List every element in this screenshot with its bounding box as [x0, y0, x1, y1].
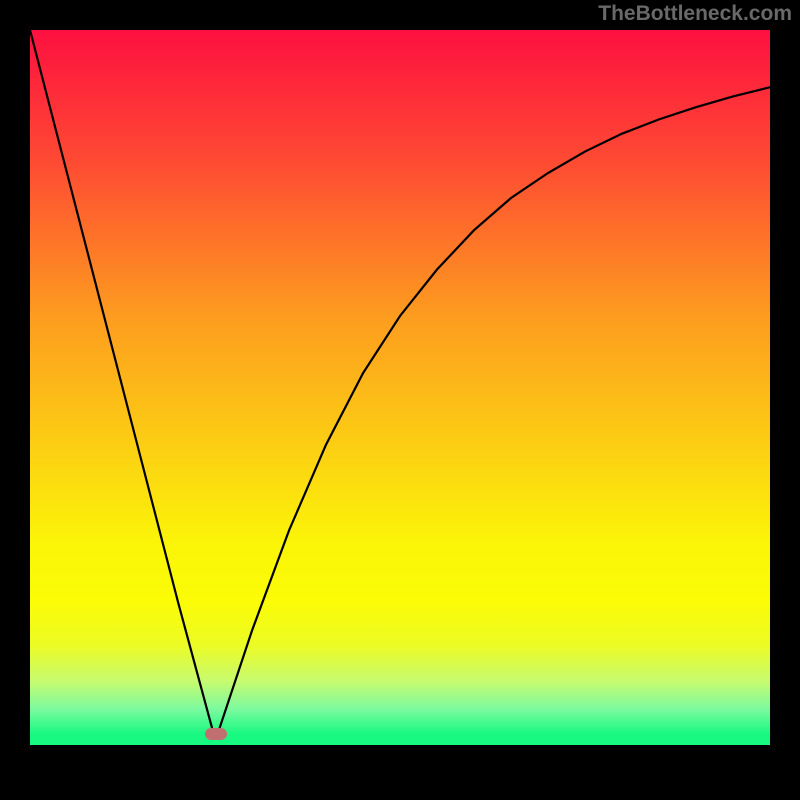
curve-svg	[30, 30, 770, 745]
optimal-point-marker	[205, 728, 227, 740]
bottleneck-curve	[30, 30, 770, 731]
plot-area	[30, 30, 770, 745]
attribution-text: TheBottleneck.com	[598, 2, 792, 26]
